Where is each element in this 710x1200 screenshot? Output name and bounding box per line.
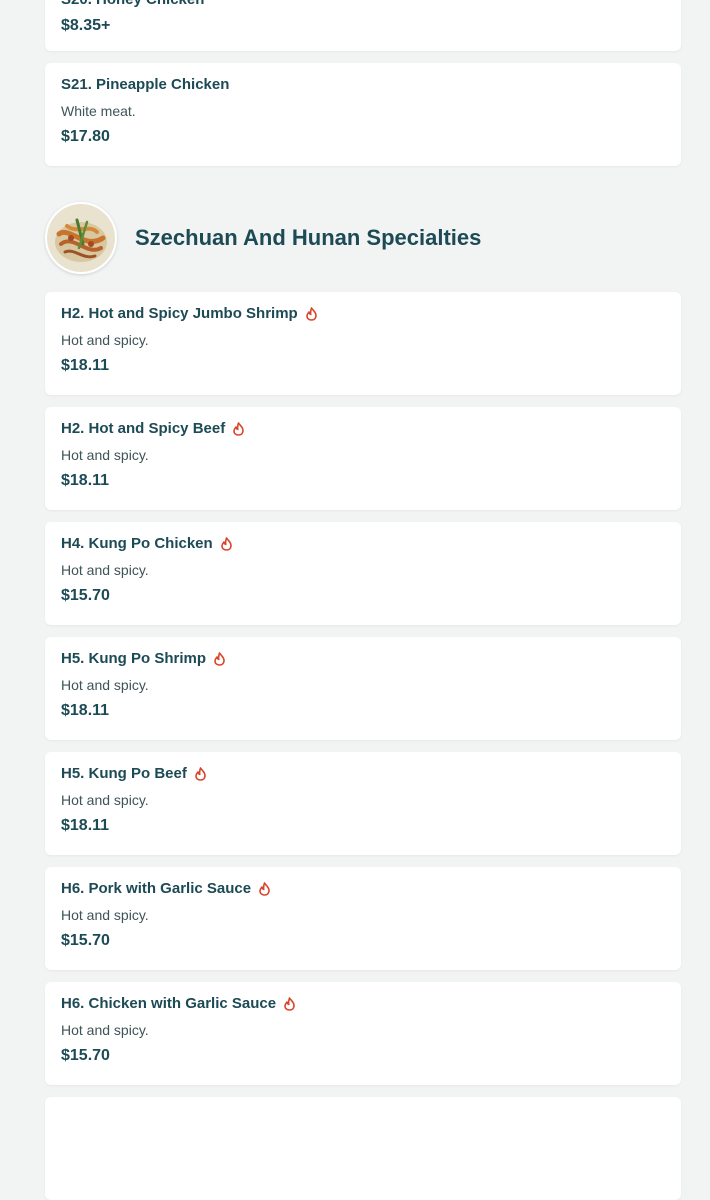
menu-item-name: H4. Kung Po Chicken bbox=[61, 531, 665, 557]
menu-item-description: Hot and spicy. bbox=[61, 907, 149, 923]
menu-item-price: $8.35+ bbox=[61, 17, 111, 34]
flame-icon bbox=[305, 304, 318, 321]
menu-item-price: $15.70 bbox=[61, 1047, 110, 1064]
menu-item-description: Hot and spicy. bbox=[61, 1022, 149, 1038]
menu-item-price: $15.70 bbox=[61, 932, 110, 949]
menu-item-name: H2. Hot and Spicy Jumbo Shrimp bbox=[61, 301, 665, 327]
menu-item-card[interactable]: H4. Kung Po Chicken Hot and spicy. $15.7… bbox=[45, 522, 681, 625]
menu-item-price: $18.11 bbox=[61, 702, 110, 719]
menu-item-description: Hot and spicy. bbox=[61, 677, 149, 693]
menu-item-description: White meat. bbox=[61, 103, 136, 119]
menu-item-price: $18.11 bbox=[61, 357, 110, 374]
menu-item-card[interactable]: S20. Honey Chicken $8.35+ bbox=[45, 0, 681, 51]
menu-item-card[interactable]: H2. Hot and Spicy Beef Hot and spicy. $1… bbox=[45, 407, 681, 510]
menu-page: S20. Honey Chicken $8.35+ S21. Pineapple… bbox=[0, 0, 710, 1200]
menu-item-description: Hot and spicy. bbox=[61, 792, 149, 808]
menu-item-description: Hot and spicy. bbox=[61, 332, 149, 348]
flame-icon bbox=[213, 649, 226, 666]
menu-item-name: H5. Kung Po Shrimp bbox=[61, 646, 665, 672]
menu-item-name: H2. Hot and Spicy Beef bbox=[61, 416, 665, 442]
menu-item-name: H6. Pork with Garlic Sauce bbox=[61, 876, 665, 902]
flame-icon bbox=[220, 534, 233, 551]
menu-item-card[interactable]: H6. Pork with Garlic Sauce Hot and spicy… bbox=[45, 867, 681, 970]
menu-item-card[interactable]: H2. Hot and Spicy Jumbo Shrimp Hot and s… bbox=[45, 292, 681, 395]
section-thumbnail bbox=[45, 202, 117, 274]
flame-icon bbox=[258, 879, 271, 896]
menu-item-name: H6. Chicken with Garlic Sauce bbox=[61, 991, 665, 1017]
flame-icon bbox=[232, 419, 245, 436]
menu-item-name: S20. Honey Chicken bbox=[61, 0, 665, 13]
menu-item-name: S21. Pineapple Chicken bbox=[61, 76, 230, 93]
menu-item-price: $18.11 bbox=[61, 472, 110, 489]
section-header: Szechuan And Hunan Specialties bbox=[45, 202, 681, 274]
menu-item-card[interactable]: H5. Kung Po Shrimp Hot and spicy. $18.11 bbox=[45, 637, 681, 740]
flame-icon bbox=[194, 764, 207, 781]
menu-item-price: $15.70 bbox=[61, 587, 110, 604]
menu-item-description: Hot and spicy. bbox=[61, 447, 149, 463]
menu-item-price: $17.80 bbox=[61, 128, 110, 145]
menu-item-card[interactable]: S21. Pineapple Chicken White meat. $17.8… bbox=[45, 63, 681, 166]
menu-item-price: $18.11 bbox=[61, 817, 110, 834]
flame-icon bbox=[283, 994, 296, 1011]
menu-item-card[interactable]: H6. Chicken with Garlic Sauce Hot and sp… bbox=[45, 982, 681, 1085]
menu-item-name: H5. Kung Po Beef bbox=[61, 761, 665, 787]
menu-item-description: Hot and spicy. bbox=[61, 562, 149, 578]
menu-item-card[interactable] bbox=[45, 1097, 681, 1200]
menu-item-card[interactable]: H5. Kung Po Beef Hot and spicy. $18.11 bbox=[45, 752, 681, 855]
section-title: Szechuan And Hunan Specialties bbox=[135, 225, 482, 250]
